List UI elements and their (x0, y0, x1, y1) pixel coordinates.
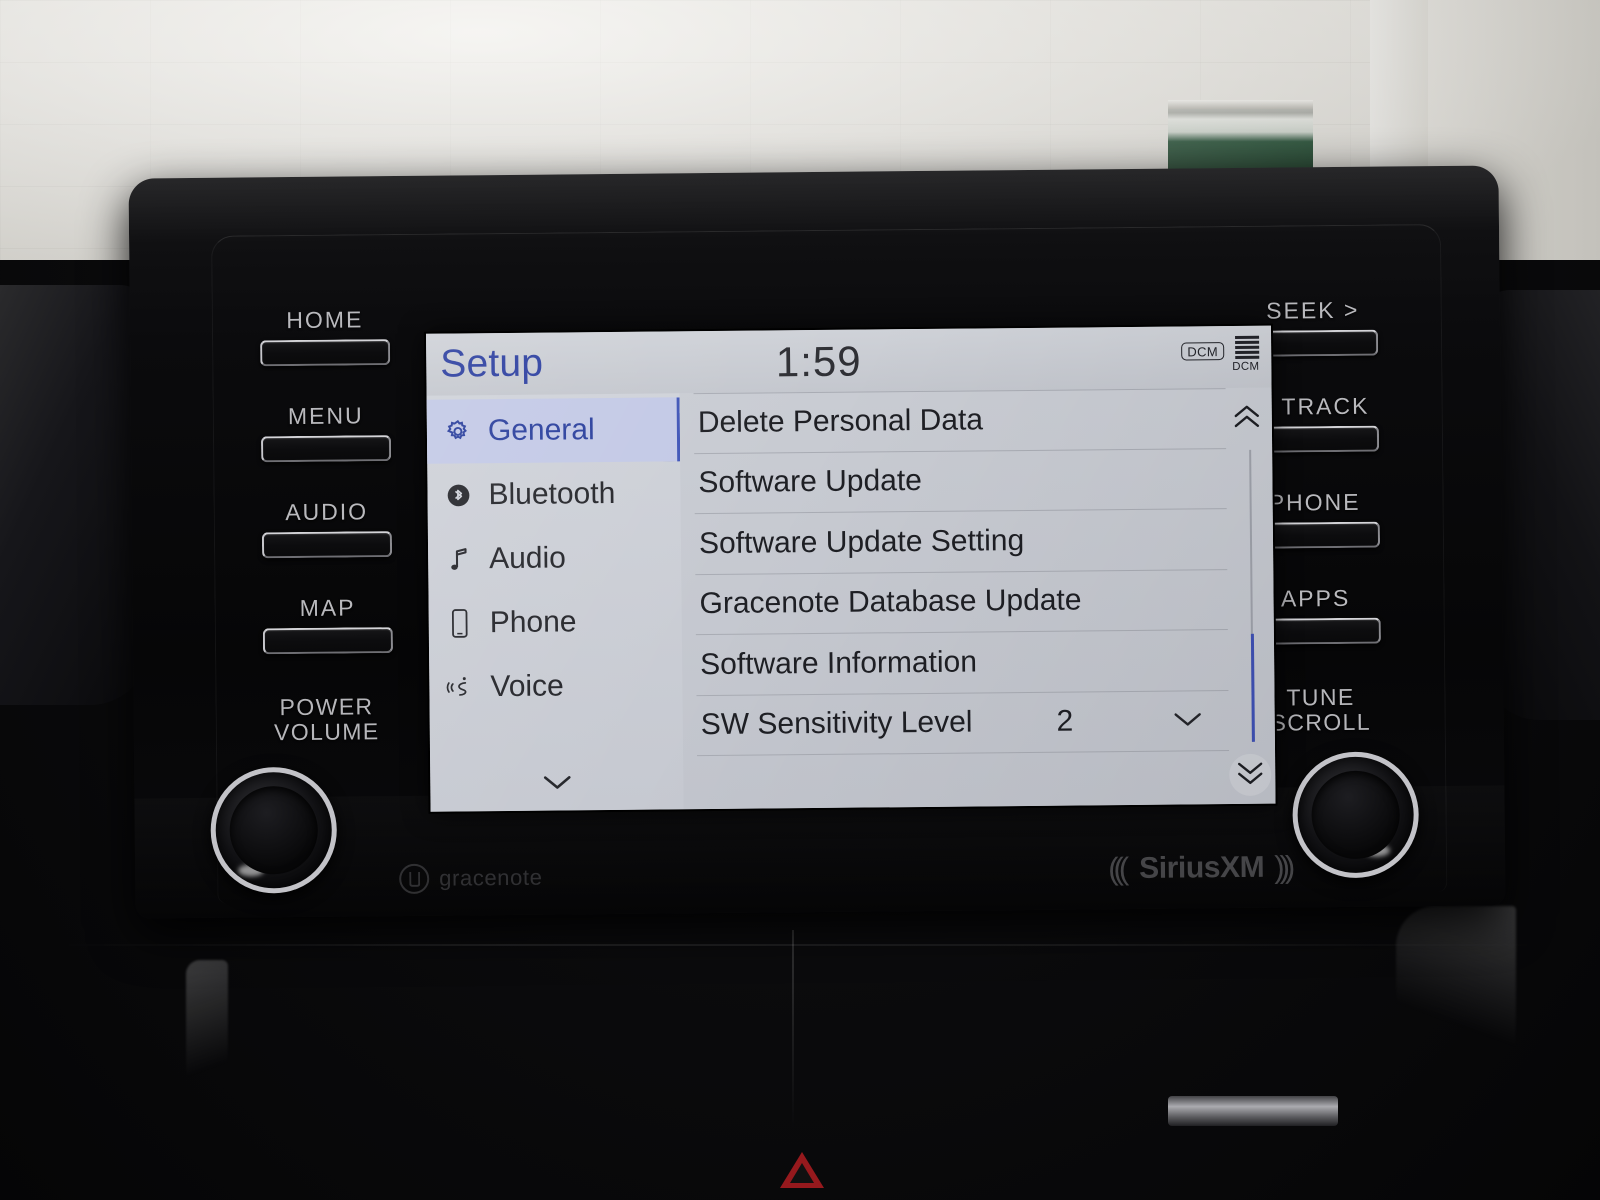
scroll-up-button[interactable] (1226, 398, 1268, 440)
sidebar-item-bluetooth[interactable]: Bluetooth (427, 461, 681, 527)
status-icon-group: DCM DCM (1181, 335, 1260, 373)
tune-scroll-knob[interactable] (1292, 751, 1420, 879)
knob-glint (1363, 844, 1391, 857)
menu-button-key[interactable] (260, 435, 392, 463)
voice-icon (445, 671, 475, 703)
home-button[interactable]: HOME (220, 306, 431, 404)
list-item-label: Software Update (698, 464, 923, 500)
sidebar-item-phone[interactable]: Phone (428, 589, 682, 655)
list-scrollbar[interactable] (1224, 388, 1274, 804)
list-item-label: Gracenote Database Update (699, 583, 1082, 621)
dcm-signal-label: DCM (1232, 360, 1260, 373)
dcm-badge-icon: DCM (1181, 342, 1225, 361)
home-button-key[interactable] (260, 339, 391, 367)
dashboard-seam-horizontal (60, 944, 1540, 946)
sidebar-item-voice[interactable]: Voice (429, 653, 683, 719)
head-unit-bezel: HOME MENU AUDIO MAP SEEK > < TRACK PHONE… (128, 165, 1506, 919)
dashboard-seam-vertical (792, 930, 794, 1130)
sidebar-item-phone-label: Phone (489, 605, 577, 640)
seek-button-label: SEEK > (1266, 296, 1360, 324)
dashboard-left-trim (0, 285, 150, 705)
dashboard-gloss-right (1396, 906, 1516, 1066)
audio-button-key[interactable] (261, 531, 393, 559)
signal-bars-icon (1232, 335, 1260, 359)
audio-button[interactable]: AUDIO (222, 498, 433, 596)
clock: 1:59 (775, 337, 862, 386)
music-note-icon (444, 543, 474, 575)
screen-status-bar: Setup 1:59 DCM DCM (425, 325, 1272, 396)
gracenote-wordmark: gracenote (439, 864, 543, 891)
menu-button[interactable]: MENU (221, 402, 432, 500)
power-volume-knob-label: POWER VOLUME (211, 693, 441, 746)
sidebar-item-general[interactable]: General (426, 397, 681, 464)
sidebar-item-audio-label: Audio (488, 541, 567, 576)
settings-list: Delete Personal Data Software Update Sof… (679, 387, 1276, 810)
list-item-software-information[interactable]: Software Information (695, 630, 1229, 696)
double-chevron-down-icon (1234, 759, 1266, 790)
infotainment-screen[interactable]: Setup 1:59 DCM DCM General Bluetooth Aud… (425, 325, 1276, 812)
audio-button-label: AUDIO (285, 498, 369, 526)
screen-body: General Bluetooth Audio Phone Voice Dele… (426, 387, 1276, 812)
power-volume-label-line1: POWER (279, 693, 374, 721)
map-button-key[interactable] (262, 627, 394, 655)
map-button[interactable]: MAP (222, 594, 433, 692)
list-item-delete-personal-data[interactable]: Delete Personal Data (693, 388, 1227, 454)
sw-sensitivity-level-value: 2 (1056, 704, 1074, 738)
gracenote-mark-icon (399, 863, 430, 895)
menu-button-label: MENU (287, 402, 364, 430)
siriusxm-wordmark: SiriusXM (1138, 850, 1265, 885)
list-item-label: Software Update Setting (698, 523, 1025, 560)
sidebar-item-audio[interactable]: Audio (428, 525, 682, 591)
bluetooth-icon (443, 479, 473, 511)
left-button-column: HOME MENU AUDIO MAP (220, 306, 434, 692)
chevron-down-icon[interactable] (1169, 704, 1207, 738)
list-item-gracenote-database-update[interactable]: Gracenote Database Update (695, 569, 1228, 636)
siriusxm-wave-right-icon: ))) (1274, 849, 1291, 885)
power-volume-label-line2: VOLUME (273, 718, 380, 746)
scrollbar-thumb[interactable] (1250, 633, 1255, 742)
knob-glint (238, 864, 265, 877)
power-volume-knob[interactable] (210, 766, 338, 894)
list-item-software-update[interactable]: Software Update (694, 448, 1227, 515)
double-chevron-up-icon (1231, 403, 1263, 434)
home-button-label: HOME (286, 306, 364, 334)
chrome-trim-piece (1168, 1096, 1338, 1126)
photo-scene: HOME MENU AUDIO MAP SEEK > < TRACK PHONE… (0, 0, 1600, 1200)
dashboard-gloss-left (186, 960, 228, 1110)
list-item-label: SW Sensitivity Level (700, 705, 973, 742)
sidebar-item-bluetooth-label: Bluetooth (488, 476, 616, 512)
gear-icon (443, 415, 473, 447)
list-item-sw-sensitivity-level[interactable]: SW Sensitivity Level 2 (696, 690, 1230, 757)
sidebar-item-voice-label: Voice (490, 669, 564, 704)
gracenote-logo: gracenote (399, 863, 543, 895)
phone-icon (445, 607, 475, 639)
siriusxm-logo: ))) SiriusXM ))) (1113, 849, 1290, 887)
map-button-label: MAP (299, 594, 356, 621)
hazard-light-inner (790, 1163, 814, 1183)
sidebar-item-general-label: General (487, 413, 595, 448)
siriusxm-wave-left-icon: ))) (1112, 851, 1130, 887)
scroll-down-button[interactable] (1229, 753, 1272, 797)
settings-sidebar: General Bluetooth Audio Phone Voice (426, 393, 684, 812)
chevron-down-icon (537, 771, 577, 798)
list-item-label: Delete Personal Data (697, 403, 984, 440)
list-item-label: Software Information (700, 645, 978, 681)
list-item-software-update-setting[interactable]: Software Update Setting (694, 509, 1228, 575)
sidebar-more-button[interactable] (430, 763, 683, 805)
dcm-signal-icon: DCM (1232, 335, 1260, 373)
